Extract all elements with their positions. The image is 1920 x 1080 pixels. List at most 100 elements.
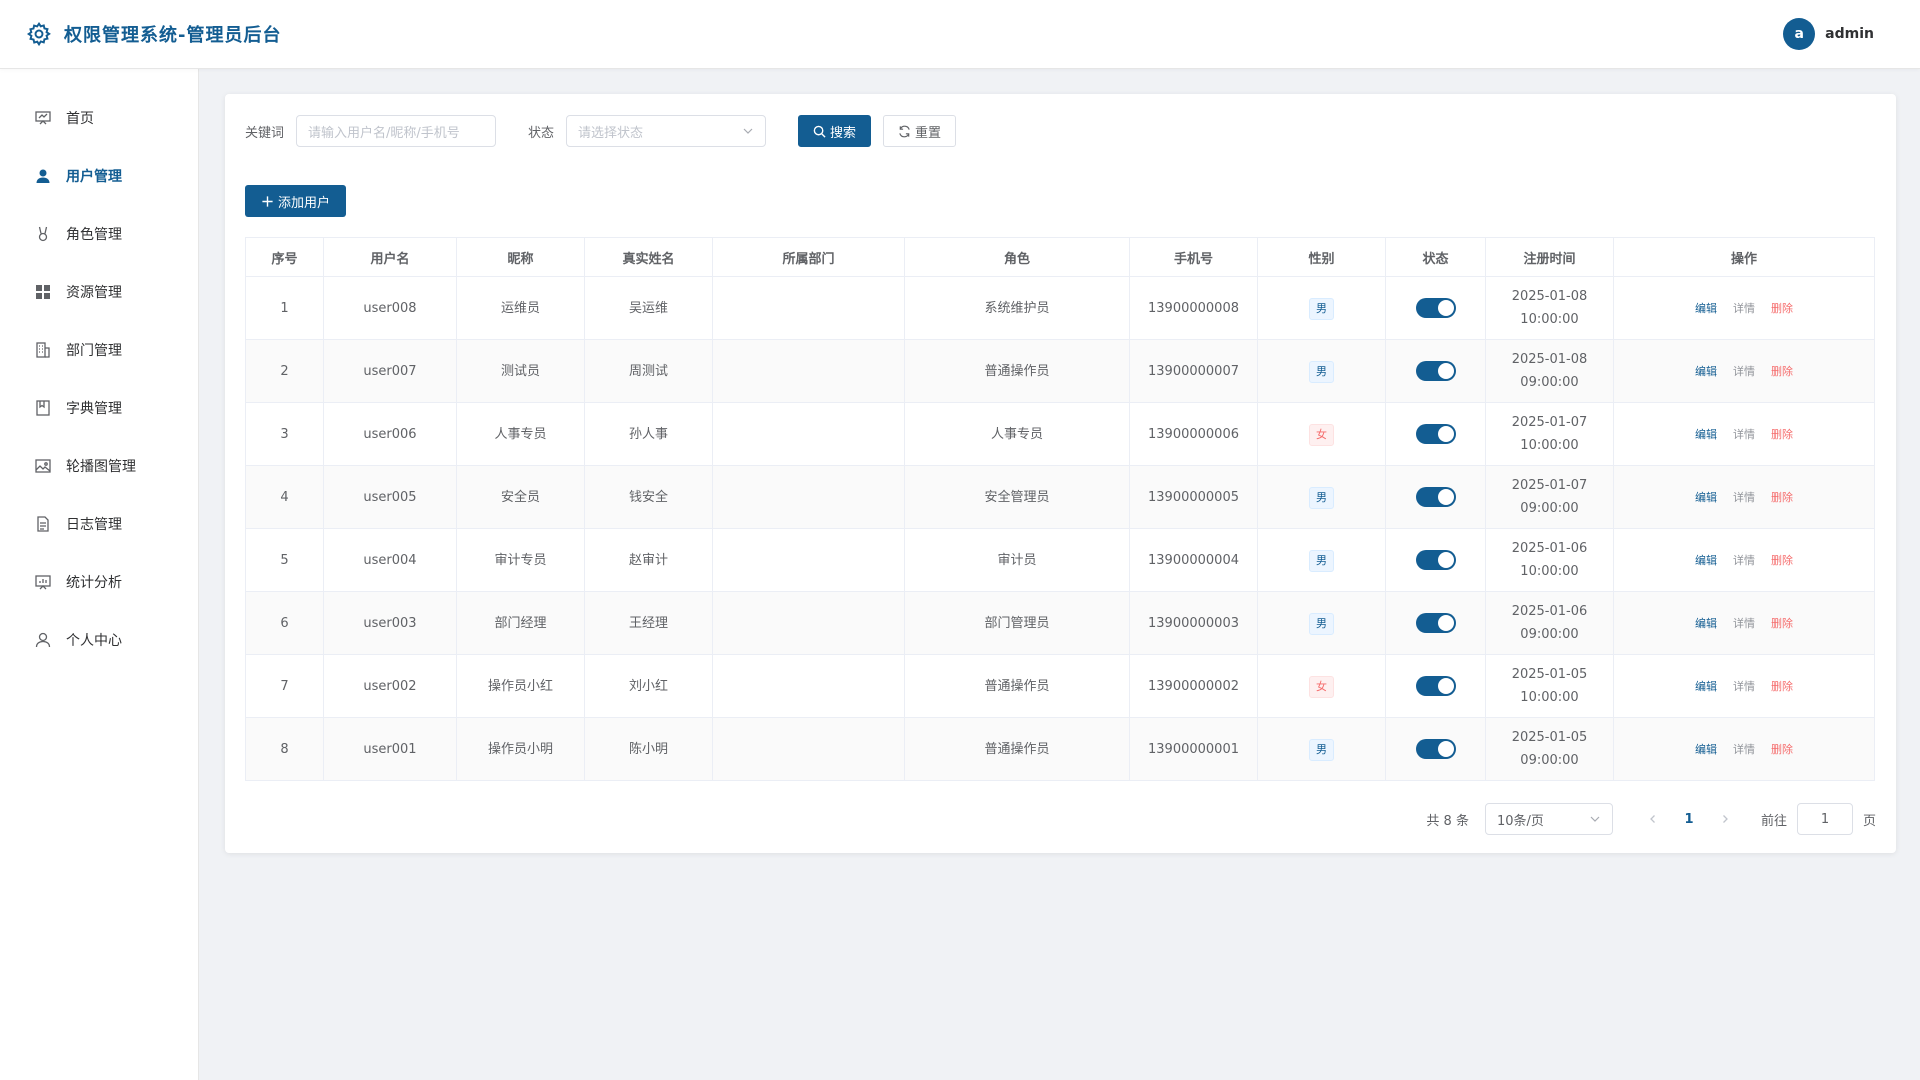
status-toggle[interactable]	[1415, 550, 1456, 570]
chevron-down-icon	[743, 128, 753, 134]
prev-page-button[interactable]	[1641, 807, 1665, 831]
cell-index: 7	[245, 654, 324, 718]
register-time: 10:00:00	[1520, 564, 1579, 579]
page-size-select[interactable]: 10条/页	[1484, 803, 1613, 835]
user-table: 序号 用户名 昵称 真实姓名 所属部门 角色 手机号 性别 状态 注册时间 操作…	[245, 237, 1875, 781]
cell-phone: 13900000006	[1129, 402, 1258, 466]
detail-button[interactable]: 详情	[1733, 554, 1755, 567]
delete-button[interactable]: 删除	[1771, 680, 1793, 693]
status-toggle[interactable]	[1415, 424, 1456, 444]
jump-page-input[interactable]: 1	[1796, 803, 1853, 835]
table-row: 6 user003 部门经理 王经理 部门管理员 13900000003 男 2025-01-…	[245, 591, 1875, 655]
edit-button[interactable]: 编辑	[1695, 743, 1717, 756]
edit-button[interactable]: 编辑	[1695, 302, 1717, 315]
user-menu[interactable]: a admin	[1783, 18, 1874, 50]
column-header: 注册时间	[1485, 237, 1614, 277]
register-date: 2025-01-05	[1511, 667, 1588, 682]
add-user-button[interactable]: 添加用户	[245, 185, 347, 217]
chevron-down-icon	[1590, 816, 1600, 822]
cell-role: 部门管理员	[904, 591, 1130, 655]
detail-button[interactable]: 详情	[1733, 617, 1755, 630]
cell-phone: 13900000001	[1129, 717, 1258, 781]
table-body: 1 user008 运维员 吴运维 系统维护员 13900000008 男 2025-01-0…	[245, 276, 1875, 781]
sidebar-item-label: 部门管理	[66, 343, 122, 359]
sidebar-item-statistics[interactable]: 统计分析	[0, 553, 198, 611]
cell-department	[712, 339, 905, 403]
avatar[interactable]: a	[1783, 18, 1816, 50]
register-date: 2025-01-08	[1511, 289, 1588, 304]
edit-button[interactable]: 编辑	[1695, 554, 1717, 567]
delete-button[interactable]: 删除	[1771, 302, 1793, 315]
username[interactable]: admin	[1825, 26, 1874, 42]
cell-role: 系统维护员	[904, 276, 1130, 340]
detail-button[interactable]: 详情	[1733, 428, 1755, 441]
status-toggle[interactable]	[1415, 361, 1456, 381]
reset-button[interactable]: 重置	[883, 115, 957, 147]
cell-index: 4	[245, 465, 324, 529]
app-title: 权限管理系统-管理员后台	[64, 25, 282, 46]
cell-status	[1385, 465, 1486, 529]
refresh-icon	[899, 125, 910, 137]
cell-phone: 13900000002	[1129, 654, 1258, 718]
detail-button[interactable]: 详情	[1733, 680, 1755, 693]
edit-button[interactable]: 编辑	[1695, 680, 1717, 693]
sidebar-item-label: 轮播图管理	[66, 459, 136, 475]
status-toggle[interactable]	[1415, 487, 1456, 507]
edit-button[interactable]: 编辑	[1695, 617, 1717, 630]
page-size-value: 10条/页	[1496, 813, 1544, 829]
sidebar-item-label: 角色管理	[66, 227, 122, 243]
delete-button[interactable]: 删除	[1771, 365, 1793, 378]
status-toggle[interactable]	[1415, 613, 1456, 633]
delete-button[interactable]: 删除	[1771, 428, 1793, 441]
detail-button[interactable]: 详情	[1733, 491, 1755, 504]
plus-icon	[262, 195, 273, 207]
sidebar-item-profile[interactable]: 个人中心	[0, 611, 198, 669]
sidebar-item-resources[interactable]: 资源管理	[0, 263, 198, 321]
edit-button[interactable]: 编辑	[1695, 491, 1717, 504]
edit-button[interactable]: 编辑	[1695, 428, 1717, 441]
detail-button[interactable]: 详情	[1733, 302, 1755, 315]
cell-role: 普通操作员	[904, 339, 1130, 403]
toggle-knob	[1437, 300, 1454, 316]
sidebar-item-roles[interactable]: 角色管理	[0, 205, 198, 263]
cell-gender: 男	[1257, 717, 1386, 781]
status-toggle[interactable]	[1415, 676, 1456, 696]
brand: 权限管理系统-管理员后台	[26, 21, 281, 47]
delete-button[interactable]: 删除	[1771, 554, 1793, 567]
sidebar-item-home[interactable]: 首页	[0, 89, 198, 147]
status-toggle[interactable]	[1415, 298, 1456, 318]
gender-tag: 男	[1309, 738, 1334, 761]
add-user-button-label: 添加用户	[278, 195, 331, 211]
status-toggle[interactable]	[1415, 739, 1456, 759]
next-page-button[interactable]	[1713, 807, 1737, 831]
delete-button[interactable]: 删除	[1771, 491, 1793, 504]
keyword-input[interactable]: 请输入用户名/昵称/手机号	[296, 115, 497, 147]
cell-department	[712, 654, 905, 718]
user-icon	[36, 169, 50, 183]
sidebar-item-departments[interactable]: 部门管理	[0, 321, 198, 379]
delete-button[interactable]: 删除	[1771, 617, 1793, 630]
sidebar-item-users[interactable]: 用户管理	[0, 147, 198, 205]
detail-button[interactable]: 详情	[1733, 365, 1755, 378]
column-header: 所属部门	[712, 237, 905, 277]
table-row: 3 user006 人事专员 孙人事 人事专员 13900000006 女 2025-01-0…	[245, 402, 1875, 466]
register-date: 2025-01-05	[1511, 730, 1588, 745]
cell-register-time: 2025-01-08 09:00:00	[1485, 339, 1614, 403]
register-time: 09:00:00	[1520, 753, 1579, 768]
detail-button[interactable]: 详情	[1733, 743, 1755, 756]
sidebar-item-dictionary[interactable]: 字典管理	[0, 379, 198, 437]
sidebar-item-carousel[interactable]: 轮播图管理	[0, 437, 198, 495]
cell-nickname: 人事专员	[456, 402, 585, 466]
sidebar-item-logs[interactable]: 日志管理	[0, 495, 198, 553]
page-number-current[interactable]: 1	[1677, 812, 1701, 827]
delete-button[interactable]: 删除	[1771, 743, 1793, 756]
search-button[interactable]: 搜索	[798, 115, 872, 147]
toggle-knob	[1437, 552, 1454, 568]
column-header: 序号	[245, 237, 324, 277]
status-select[interactable]: 请选择状态	[566, 115, 767, 147]
cell-nickname: 部门经理	[456, 591, 585, 655]
keyword-label: 关键词	[245, 125, 285, 141]
edit-button[interactable]: 编辑	[1695, 365, 1717, 378]
chevron-right-icon	[1723, 815, 1728, 823]
total-count: 共 8 条	[1426, 813, 1469, 829]
